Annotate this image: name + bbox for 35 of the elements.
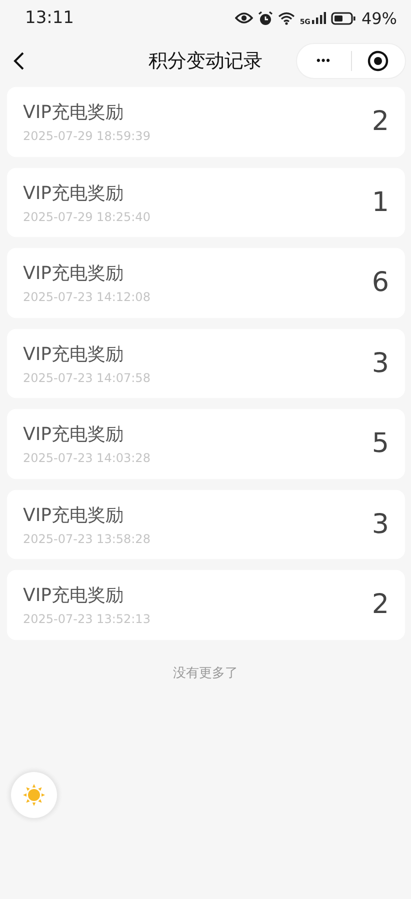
points-value: 2 [372,106,389,138]
record-title: VIP充电奖励 [23,262,124,286]
points-value: 5 [372,428,389,460]
record-title: VIP充电奖励 [23,504,124,527]
eye-icon [234,12,253,24]
record-time: 2025-07-23 13:58:28 [23,532,152,546]
record-time: 2025-07-23 13:52:13 [23,612,152,626]
points-value: 3 [372,508,389,540]
sun-icon [22,783,46,807]
record-title: VIP充电奖励 [23,423,124,446]
record-time: 2025-07-23 14:07:58 [23,370,152,385]
chevron-left-icon [13,51,25,71]
record-time: 2025-07-23 14:03:28 [23,451,152,466]
theme-toggle-button[interactable] [11,772,57,818]
record-time: 2025-07-29 18:25:40 [23,210,152,224]
battery-icon [331,12,356,24]
record-time: 2025-07-29 18:59:39 [23,129,152,144]
record-title: VIP充电奖励 [23,101,124,124]
alarm-clock-icon [258,10,273,26]
wifi-icon [278,12,295,24]
signal-icon [312,12,326,24]
record-time: 2025-07-23 14:12:08 [23,290,152,304]
no-more-text: 没有更多了 [173,664,238,682]
page-title: 积分变动记录 [148,49,262,74]
points-value: 3 [372,348,389,379]
points-value: 1 [372,186,389,218]
clock-time: 13:11 [25,8,75,28]
record-title: VIP充电奖励 [23,342,124,366]
record-target-icon [367,50,390,72]
record-title: VIP充电奖励 [23,584,124,608]
more-button[interactable]: ••• [297,44,350,78]
battery-percentage: 49% [361,8,397,28]
record-title: VIP充电奖励 [23,182,124,205]
points-value: 6 [372,267,389,298]
points-value: 2 [372,589,389,620]
